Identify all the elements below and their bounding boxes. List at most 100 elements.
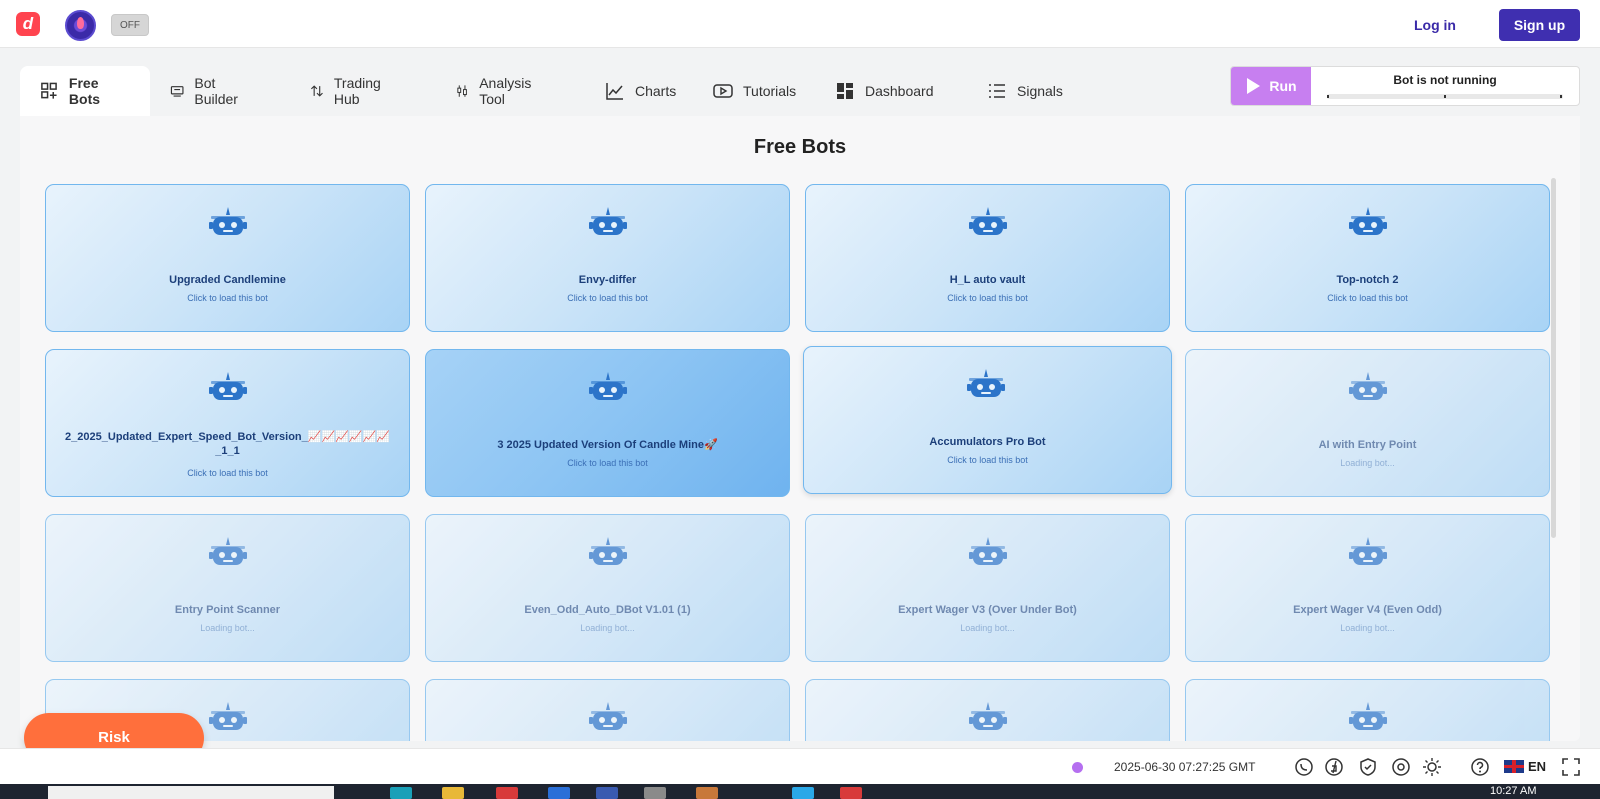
robot-icon — [1349, 537, 1387, 565]
taskbar-search[interactable] — [48, 786, 334, 799]
shield-icon[interactable] — [1358, 757, 1378, 777]
taskbar-app-icon[interactable] — [548, 787, 570, 799]
tab-label: Signals — [1017, 83, 1063, 99]
robot-icon — [589, 702, 627, 730]
bot-card[interactable]: Entry Point Scanner Loading bot... — [45, 514, 410, 662]
tab-label: Bot Builder — [194, 75, 238, 107]
taskbar-app-icon[interactable] — [390, 787, 412, 799]
run-label: Run — [1269, 78, 1297, 94]
page-title: Free Bots — [753, 136, 847, 158]
list-icon — [989, 84, 1005, 98]
bot-card[interactable] — [805, 679, 1170, 741]
help-icon[interactable] — [1470, 757, 1490, 777]
connection-status-dot — [1072, 762, 1083, 773]
off-toggle[interactable]: OFF — [111, 14, 149, 36]
deriv-logo-icon[interactable]: d — [16, 12, 40, 36]
tab-charts[interactable]: Charts — [605, 66, 676, 116]
robot-icon — [1349, 372, 1387, 400]
footer-bar: 2025-06-30 07:27:25 GMT EN — [0, 748, 1600, 784]
bot-card[interactable] — [425, 679, 790, 741]
bot-status: Click to load this bot — [567, 293, 648, 303]
candles-icon — [457, 85, 467, 97]
taskbar-app-icon[interactable] — [792, 787, 814, 799]
gamstop-icon[interactable] — [1391, 757, 1411, 777]
arrows-up-down-icon — [310, 85, 323, 97]
robot-icon — [589, 537, 627, 565]
tab-analysis-tool[interactable]: Analysis Tool — [455, 66, 537, 116]
server-time: 2025-06-30 07:27:25 GMT — [1114, 760, 1256, 774]
robot-icon — [209, 207, 247, 235]
os-taskbar: 10:27 AM — [0, 784, 1600, 799]
bot-card[interactable]: Top-notch 2 Click to load this bot — [1185, 184, 1550, 332]
tab-label: Tutorials — [743, 83, 797, 99]
tab-tutorials[interactable]: Tutorials — [713, 66, 796, 116]
tab-label: Analysis Tool — [479, 75, 532, 107]
bot-card[interactable]: 3 2025 Updated Version Of Candle Mine🚀 Cl… — [425, 349, 790, 497]
robot-icon — [969, 207, 1007, 235]
bot-name: 2_2025_Updated_Expert_Speed_Bot_Version_… — [65, 431, 390, 457]
dashboard-icon — [837, 83, 853, 99]
bot-card[interactable]: Expert Wager V4 (Even Odd) Loading bot... — [1185, 514, 1550, 662]
bot-card[interactable]: 2_2025_Updated_Expert_Speed_Bot_Version_… — [45, 349, 410, 497]
taskbar-app-icon[interactable] — [596, 787, 618, 799]
tab-signals[interactable]: Signals — [987, 66, 1063, 116]
bot-card[interactable]: Envy-differ Click to load this bot — [425, 184, 790, 332]
bot-card[interactable]: Even_Odd_Auto_DBot V1.01 (1) Loading bot.… — [425, 514, 790, 662]
tab-label: Free Bots — [68, 75, 101, 107]
bot-status: Click to load this bot — [187, 293, 268, 303]
deriv-icon[interactable] — [1324, 757, 1344, 777]
run-button[interactable]: Run — [1231, 67, 1311, 105]
robot-icon — [209, 702, 247, 730]
robot-icon — [209, 537, 247, 565]
bot-name: H_L auto vault — [949, 274, 1026, 286]
taskbar-clock: 10:27 AM — [1490, 785, 1537, 797]
taskbar-app-icon[interactable] — [696, 787, 718, 799]
bot-card[interactable]: Upgraded Candlemine Click to load this bo… — [45, 184, 410, 332]
bot-card[interactable]: H_L auto vault Click to load this bot — [805, 184, 1170, 332]
login-button[interactable]: Log in — [1400, 14, 1470, 36]
signup-button[interactable]: Sign up — [1499, 9, 1580, 41]
tab-trading-hub[interactable]: Trading Hub — [310, 66, 387, 116]
free-bots-panel: Free Bots Upgraded Candlemine Click to lo… — [20, 116, 1580, 741]
bot-status: Click to load this bot — [567, 458, 648, 468]
bot-card[interactable]: Expert Wager V3 (Over Under Bot) Loading … — [805, 514, 1170, 662]
bot-card[interactable]: Accumulators Pro Bot Click to load this b… — [803, 346, 1172, 494]
language-selector[interactable]: EN — [1504, 759, 1546, 774]
chart-line-icon — [606, 83, 623, 100]
tab-dashboard[interactable]: Dashboard — [835, 66, 934, 116]
whatsapp-icon[interactable] — [1294, 757, 1314, 777]
scrollbar-thumb[interactable] — [1551, 178, 1556, 538]
taskbar-app-icon[interactable] — [840, 787, 862, 799]
taskbar-app-icon[interactable] — [442, 787, 464, 799]
tab-label: Charts — [635, 83, 677, 99]
run-panel: Run Bot is not running — [1230, 66, 1580, 106]
robot-icon — [589, 372, 627, 400]
taskbar-app-icon[interactable] — [644, 787, 666, 799]
app-switcher-icon[interactable] — [65, 10, 96, 41]
bot-name: Expert Wager V4 (Even Odd) — [1293, 604, 1442, 616]
fullscreen-icon[interactable] — [1561, 757, 1581, 777]
robot-icon — [967, 369, 1005, 397]
taskbar-app-icon[interactable] — [496, 787, 518, 799]
bot-name: Even_Odd_Auto_DBot V1.01 (1) — [524, 604, 691, 616]
bot-name: Entry Point Scanner — [174, 604, 281, 616]
bot-status: Bot is not running — [1311, 67, 1579, 105]
run-progress-track — [1327, 94, 1563, 99]
bot-name: Upgraded Candlemine — [169, 274, 286, 286]
theme-icon[interactable] — [1422, 757, 1442, 777]
bot-name: Expert Wager V3 (Over Under Bot) — [898, 604, 1077, 616]
bot-name: 3 2025 Updated Version Of Candle Mine🚀 — [497, 439, 718, 451]
top-header: d OFF Log in Sign up — [0, 0, 1600, 48]
tab-free-bots[interactable]: Free Bots — [20, 66, 150, 116]
tab-label: Dashboard — [865, 83, 934, 99]
bot-add-icon — [41, 82, 57, 99]
bot-status: Loading bot... — [1340, 623, 1395, 633]
bot-card[interactable] — [1185, 679, 1550, 741]
bot-status: Loading bot... — [960, 623, 1015, 633]
play-icon — [713, 84, 733, 98]
robot-icon — [969, 537, 1007, 565]
tab-bot-builder[interactable]: Bot Builder — [170, 66, 244, 116]
play-icon — [1247, 78, 1261, 94]
bot-card[interactable]: AI with Entry Point Loading bot... — [1185, 349, 1550, 497]
tab-label: Trading Hub — [333, 75, 381, 107]
